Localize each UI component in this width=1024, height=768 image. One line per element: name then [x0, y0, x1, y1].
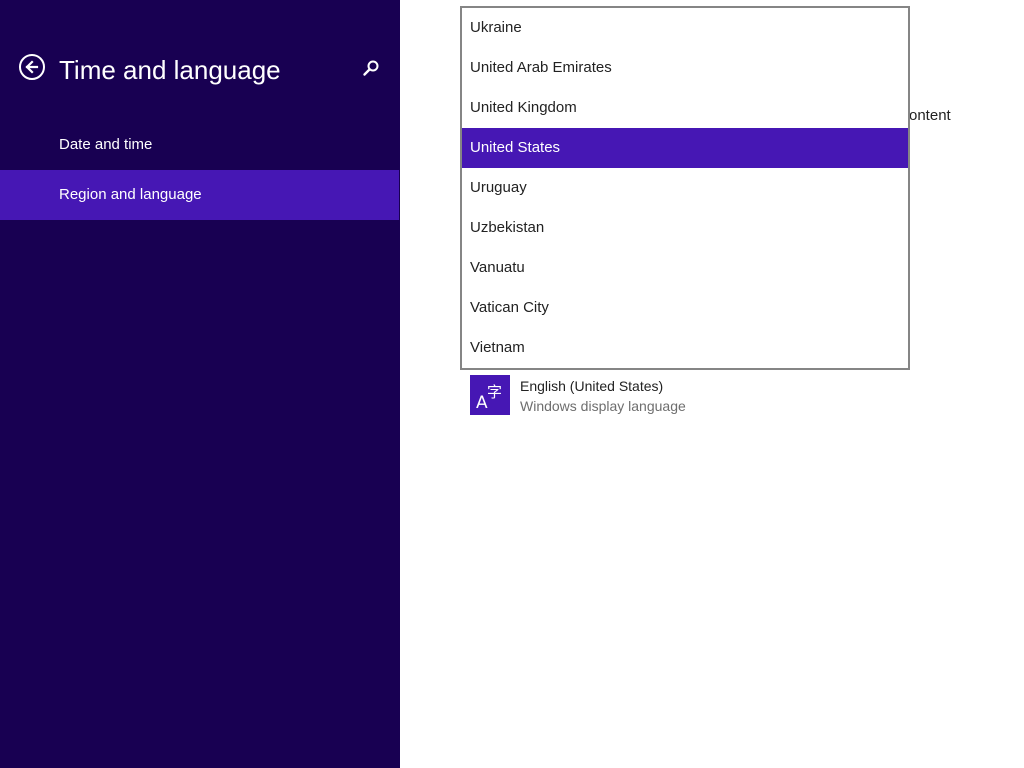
dropdown-option-uzbekistan[interactable]: Uzbekistan [462, 208, 908, 248]
sidebar: Time and language Date and time Region a… [0, 0, 400, 768]
sidebar-item-region-and-language[interactable]: Region and language [0, 170, 399, 220]
search-icon [363, 60, 379, 76]
country-dropdown-list[interactable]: Ukraine United Arab Emirates United King… [460, 6, 910, 370]
back-button[interactable] [19, 54, 45, 80]
dropdown-option-united-kingdom[interactable]: United Kingdom [462, 88, 908, 128]
page-title: Time and language [59, 55, 281, 85]
dropdown-option-vietnam[interactable]: Vietnam [462, 328, 908, 368]
dropdown-option-ukraine[interactable]: Ukraine [462, 8, 908, 48]
language-list-item[interactable]: A 字 English (United States) Windows disp… [470, 375, 800, 417]
sidebar-item-label: Date and time [59, 136, 153, 153]
language-name: English (United States) [520, 378, 664, 394]
sidebar-item-label: Region and language [59, 186, 202, 203]
language-icon: A 字 [470, 375, 510, 415]
obscured-setting-text: ontent [909, 107, 951, 124]
dropdown-option-vatican-city[interactable]: Vatican City [462, 288, 908, 328]
search-button[interactable] [360, 58, 382, 80]
sidebar-item-date-and-time[interactable]: Date and time [0, 120, 399, 170]
dropdown-option-united-arab-emirates[interactable]: United Arab Emirates [462, 48, 908, 88]
dropdown-option-united-states[interactable]: United States [462, 128, 908, 168]
back-arrow-icon [25, 60, 39, 74]
dropdown-option-uruguay[interactable]: Uruguay [462, 168, 908, 208]
language-description: Windows display language [520, 398, 686, 414]
svg-text:字: 字 [487, 383, 502, 401]
dropdown-option-vanuatu[interactable]: Vanuatu [462, 248, 908, 288]
